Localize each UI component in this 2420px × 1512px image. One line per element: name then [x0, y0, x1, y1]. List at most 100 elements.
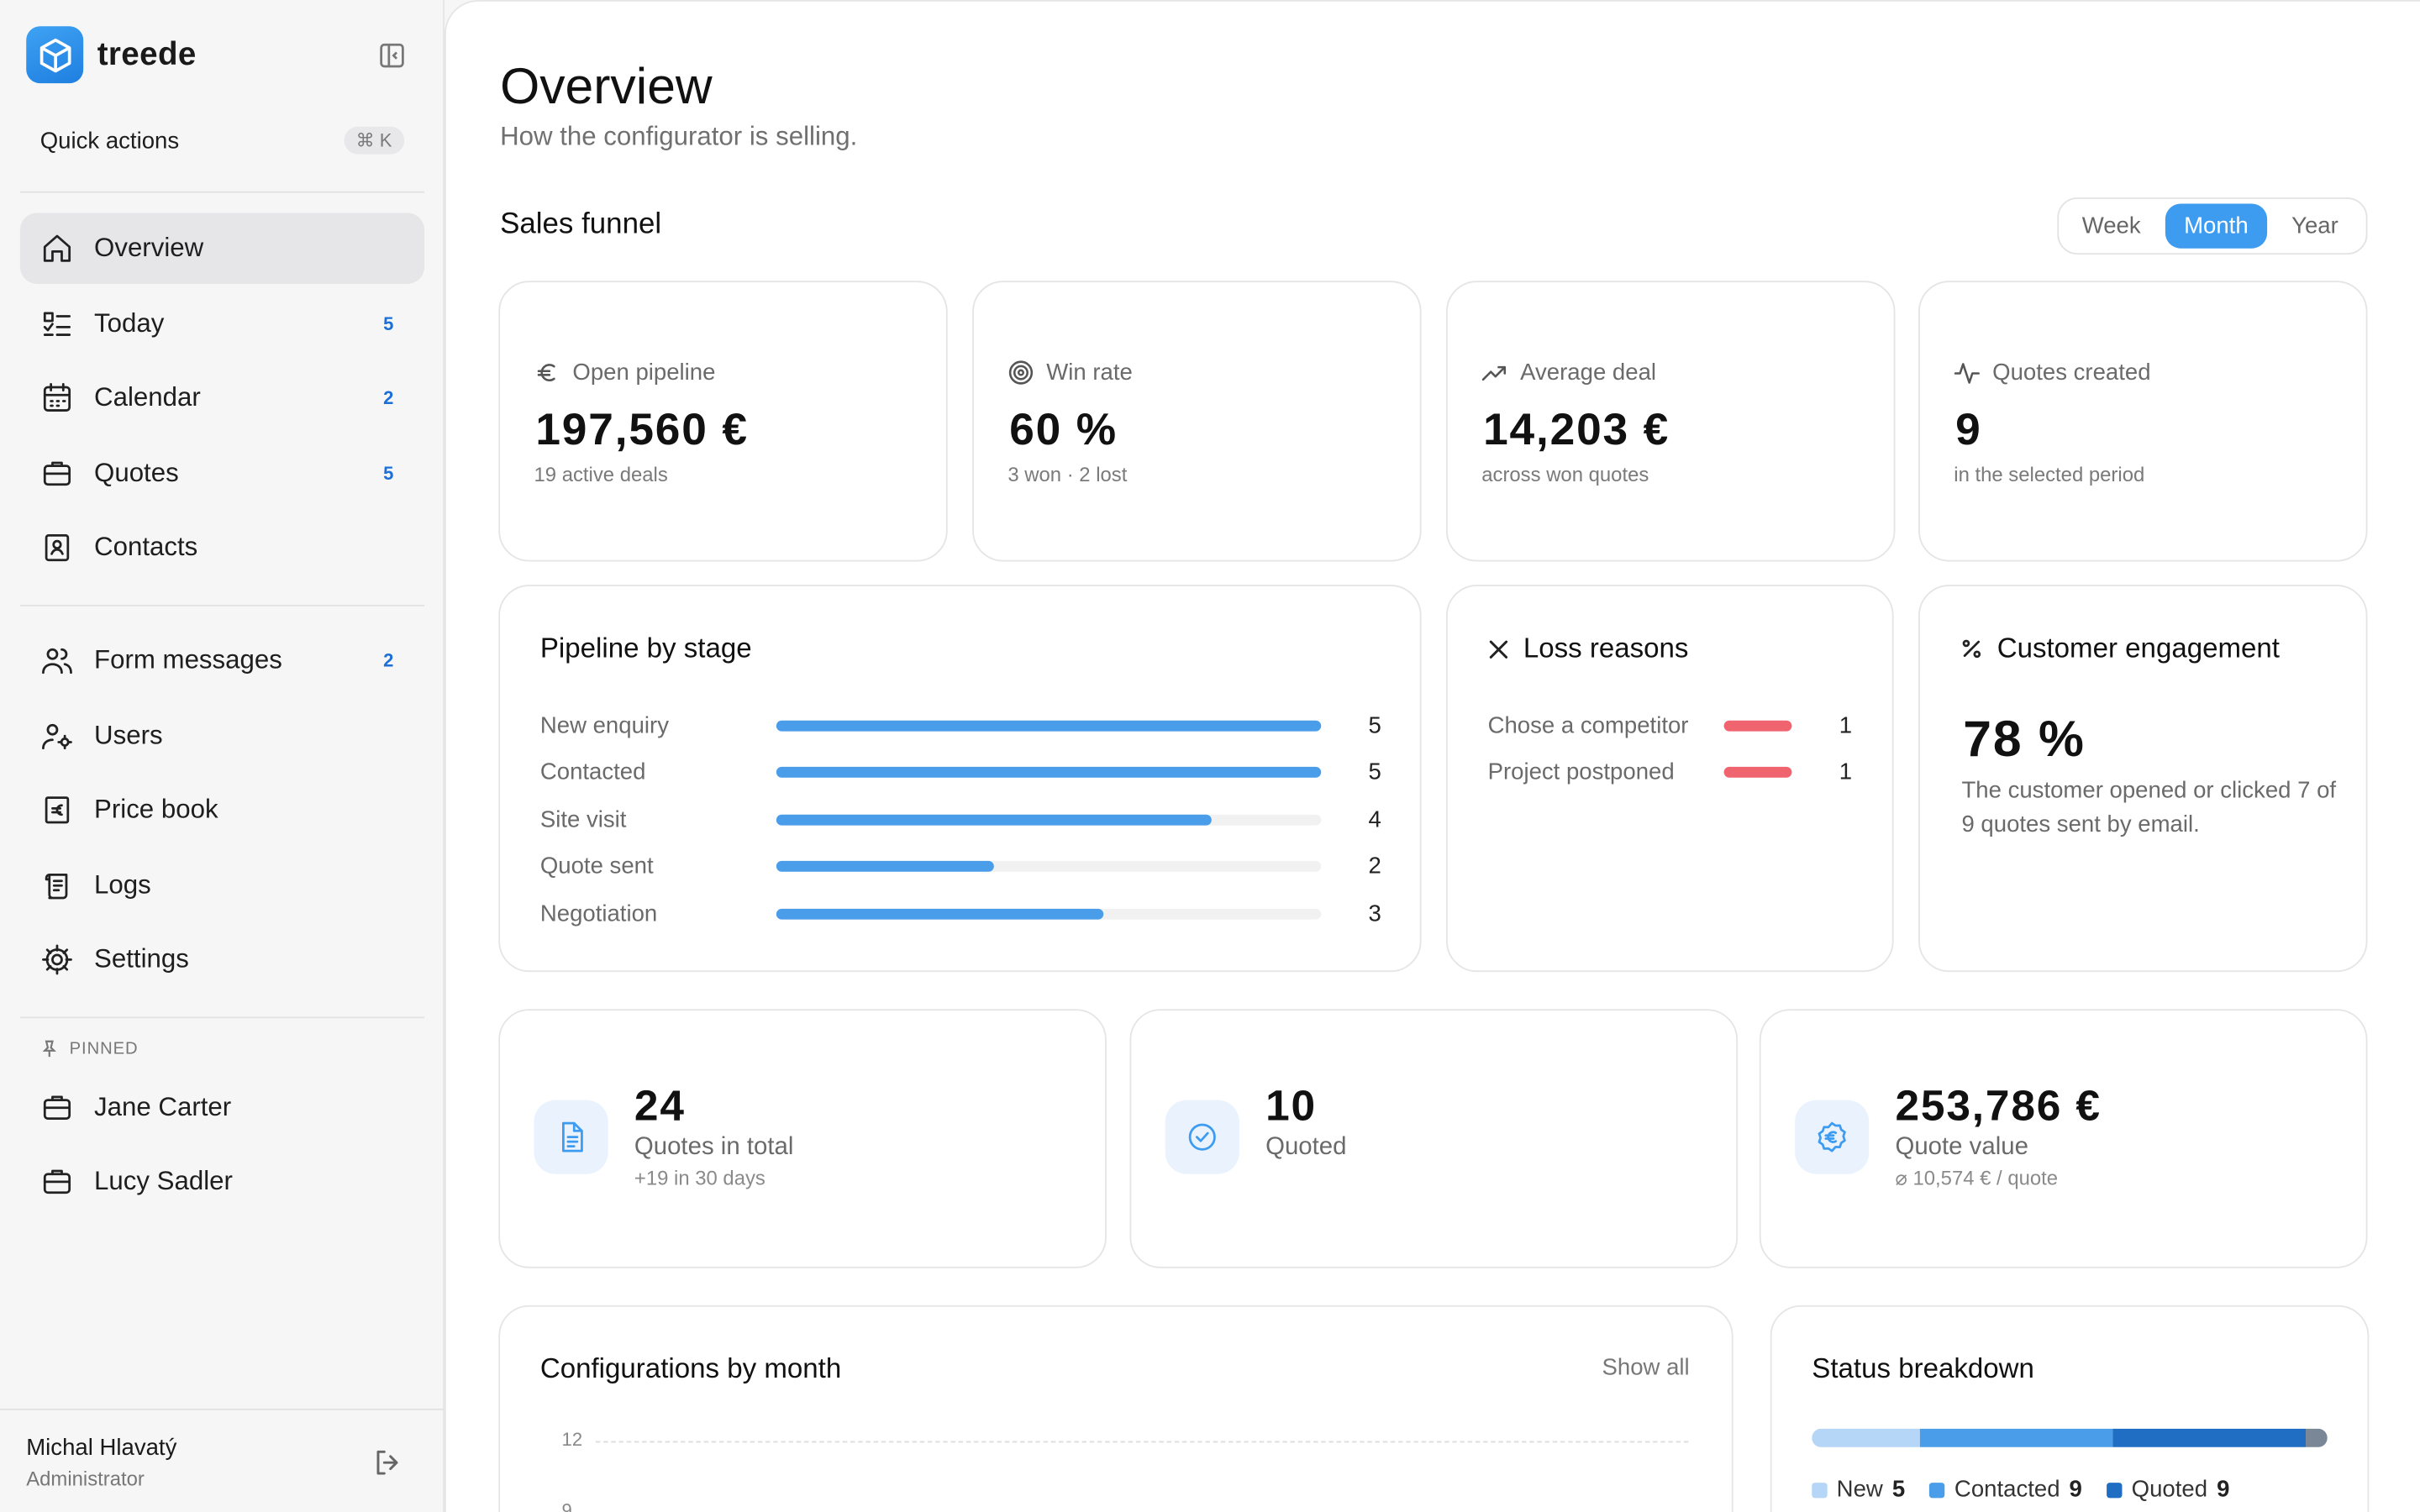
- sidebar-item-quotes[interactable]: Quotes 5: [20, 438, 424, 508]
- legend-item: Quoted 9: [2107, 1477, 2229, 1503]
- sidebar-item-label: Overview: [94, 233, 204, 263]
- sidebar-item-label: Price book: [94, 794, 218, 824]
- sidebar-item-price-book[interactable]: Price book: [20, 774, 424, 845]
- status-segment: [2306, 1428, 2328, 1447]
- sidebar-item-form-messages[interactable]: Form messages 2: [20, 625, 424, 696]
- legend-label: Quoted: [2131, 1476, 2208, 1503]
- quick-actions-label: Quick actions: [39, 127, 180, 154]
- y-tick-label: 9: [561, 1499, 572, 1512]
- close-icon: [1489, 639, 1508, 658]
- status-breakdown-title: Status breakdown: [1812, 1352, 2034, 1384]
- logout-icon[interactable]: [372, 1447, 403, 1478]
- loss-reasons-card: Loss reasons Chose a competitor 1 Project …: [1445, 585, 1894, 973]
- pipeline-stage-row: Negotiation 3: [540, 896, 1381, 930]
- sidebar-item-label: Lucy Sadler: [94, 1166, 233, 1196]
- activity-icon: [1954, 363, 1980, 384]
- period-year-button[interactable]: Year: [2273, 203, 2357, 248]
- check-circle-icon: [1188, 1123, 1216, 1151]
- sidebar-item-contacts[interactable]: Contacts: [20, 512, 424, 583]
- stage-bar-fill: [776, 907, 1103, 919]
- scroll-icon: [45, 873, 68, 899]
- sidebar-item-label: Today: [94, 307, 165, 338]
- document-icon: [562, 1121, 583, 1152]
- sidebar-item-jane-carter[interactable]: Jane Carter: [20, 1073, 424, 1143]
- stat-value: 24: [634, 1081, 686, 1130]
- y-tick-label: 12: [561, 1428, 583, 1451]
- sidebar-item-today[interactable]: Today 5: [20, 288, 424, 359]
- pipeline-card: Pipeline by stage New enquiry 5 Contacted 5…: [498, 585, 1422, 973]
- stat-icon-badge: [534, 1100, 608, 1174]
- stage-bar-track: [776, 907, 1322, 919]
- sidebar-item-logs[interactable]: Logs: [20, 849, 424, 920]
- sidebar-item-users[interactable]: Users: [20, 700, 424, 770]
- euro-badge-icon: [1818, 1121, 1846, 1152]
- stage-count: 2: [1368, 853, 1381, 879]
- user-profile: Michal Hlavatý Administrator: [0, 1408, 445, 1512]
- sidebar-item-label: Calendar: [94, 382, 201, 412]
- sidebar-item-settings[interactable]: Settings: [20, 924, 424, 995]
- status-legend: New 5 Contacted 9 Quoted 9: [1812, 1477, 2229, 1503]
- sidebar-item-label: Contacts: [94, 532, 198, 562]
- period-switcher: Week Month Year: [2057, 197, 2368, 255]
- kpi-value: 197,560 €: [535, 406, 749, 455]
- home-icon: [43, 234, 71, 262]
- legend-swatch: [1812, 1482, 1828, 1498]
- kpi-subtext: in the selected period: [1954, 463, 2145, 486]
- brand-name: treede: [97, 36, 197, 72]
- divider: [19, 604, 425, 606]
- loss-reason-bar: [1723, 766, 1792, 778]
- contact-card-icon: [45, 533, 70, 562]
- pinned-label: PINNED: [69, 1039, 139, 1058]
- kpi-label: Quotes created: [1992, 359, 2151, 386]
- brand[interactable]: treede: [26, 26, 197, 84]
- kpi-card: Quotes created 9 in the selected period: [1918, 281, 2368, 562]
- quick-actions-button[interactable]: Quick actions ⌘ K: [39, 123, 405, 157]
- engagement-text: The customer opened or clicked 7 of 9 qu…: [1961, 777, 2337, 838]
- stat-icon-badge: [1165, 1100, 1239, 1174]
- engagement-value: 78 %: [1963, 709, 2086, 767]
- count-badge: 5: [383, 312, 394, 334]
- people-icon: [42, 648, 72, 675]
- loss-reason-bar: [1723, 719, 1792, 731]
- collapse-sidebar-icon[interactable]: [378, 42, 406, 70]
- kpi-card: Open pipeline 197,560 € 19 active deals: [498, 281, 948, 562]
- sidebar-item-overview[interactable]: Overview: [19, 213, 425, 284]
- kpi-card: Win rate 60 % 3 won · 2 lost: [972, 281, 1422, 562]
- kpi-label: Win rate: [1046, 359, 1133, 386]
- main-content: Overview How the configurator is selling…: [444, 0, 2420, 1512]
- sidebar-item-lucy-sadler[interactable]: Lucy Sadler: [20, 1147, 424, 1217]
- kpi-subtext: across won quotes: [1481, 463, 1649, 486]
- page-title: Overview: [500, 56, 713, 114]
- stage-count: 4: [1368, 806, 1381, 832]
- loss-reasons-title: Loss reasons: [1523, 633, 1689, 664]
- count-badge: 5: [383, 462, 394, 484]
- period-week-button[interactable]: Week: [2064, 203, 2160, 248]
- sidebar: treede Quick actions ⌘ K Overview Today 5 C…: [0, 0, 445, 1512]
- sidebar-item-calendar[interactable]: Calendar 2: [20, 363, 424, 433]
- stage-bar-track: [776, 813, 1322, 825]
- pipeline-stage-row: Site visit 4: [540, 802, 1381, 836]
- sidebar-item-label: Settings: [94, 944, 189, 974]
- euro-icon: [537, 364, 555, 381]
- status-breakdown-card: Status breakdown New 5 Contacted 9 Quoted 9: [1770, 1305, 2370, 1512]
- loss-reason-row: Project postponed 1: [1488, 755, 1852, 789]
- stat-value: 10: [1265, 1081, 1317, 1130]
- stage-label: New enquiry: [539, 711, 669, 738]
- percent-icon: [1962, 639, 1981, 659]
- kpi-value: 60 %: [1009, 406, 1118, 455]
- sales-funnel-title: Sales funnel: [500, 207, 662, 241]
- kpi-label: Average deal: [1520, 359, 1657, 386]
- briefcase-icon: [43, 460, 71, 486]
- legend-label: New: [1836, 1476, 1883, 1503]
- stat-card: 253,786 € Quote value ⌀ 10,574 € / quote: [1759, 1009, 2368, 1268]
- period-month-button[interactable]: Month: [2165, 203, 2267, 249]
- show-all-link[interactable]: Show all: [1602, 1355, 1689, 1381]
- loss-reason-label: Chose a competitor: [1487, 711, 1689, 738]
- status-stacked-bar: [1812, 1428, 2328, 1447]
- engagement-card: Customer engagement 78 % The customer op…: [1918, 585, 2368, 973]
- loss-reason-count: 1: [1839, 759, 1853, 785]
- stat-subtext: +19 in 30 days: [634, 1166, 765, 1190]
- loss-reason-row: Chose a competitor 1: [1488, 708, 1852, 742]
- stage-count: 3: [1368, 900, 1381, 927]
- briefcase-icon: [43, 1095, 71, 1120]
